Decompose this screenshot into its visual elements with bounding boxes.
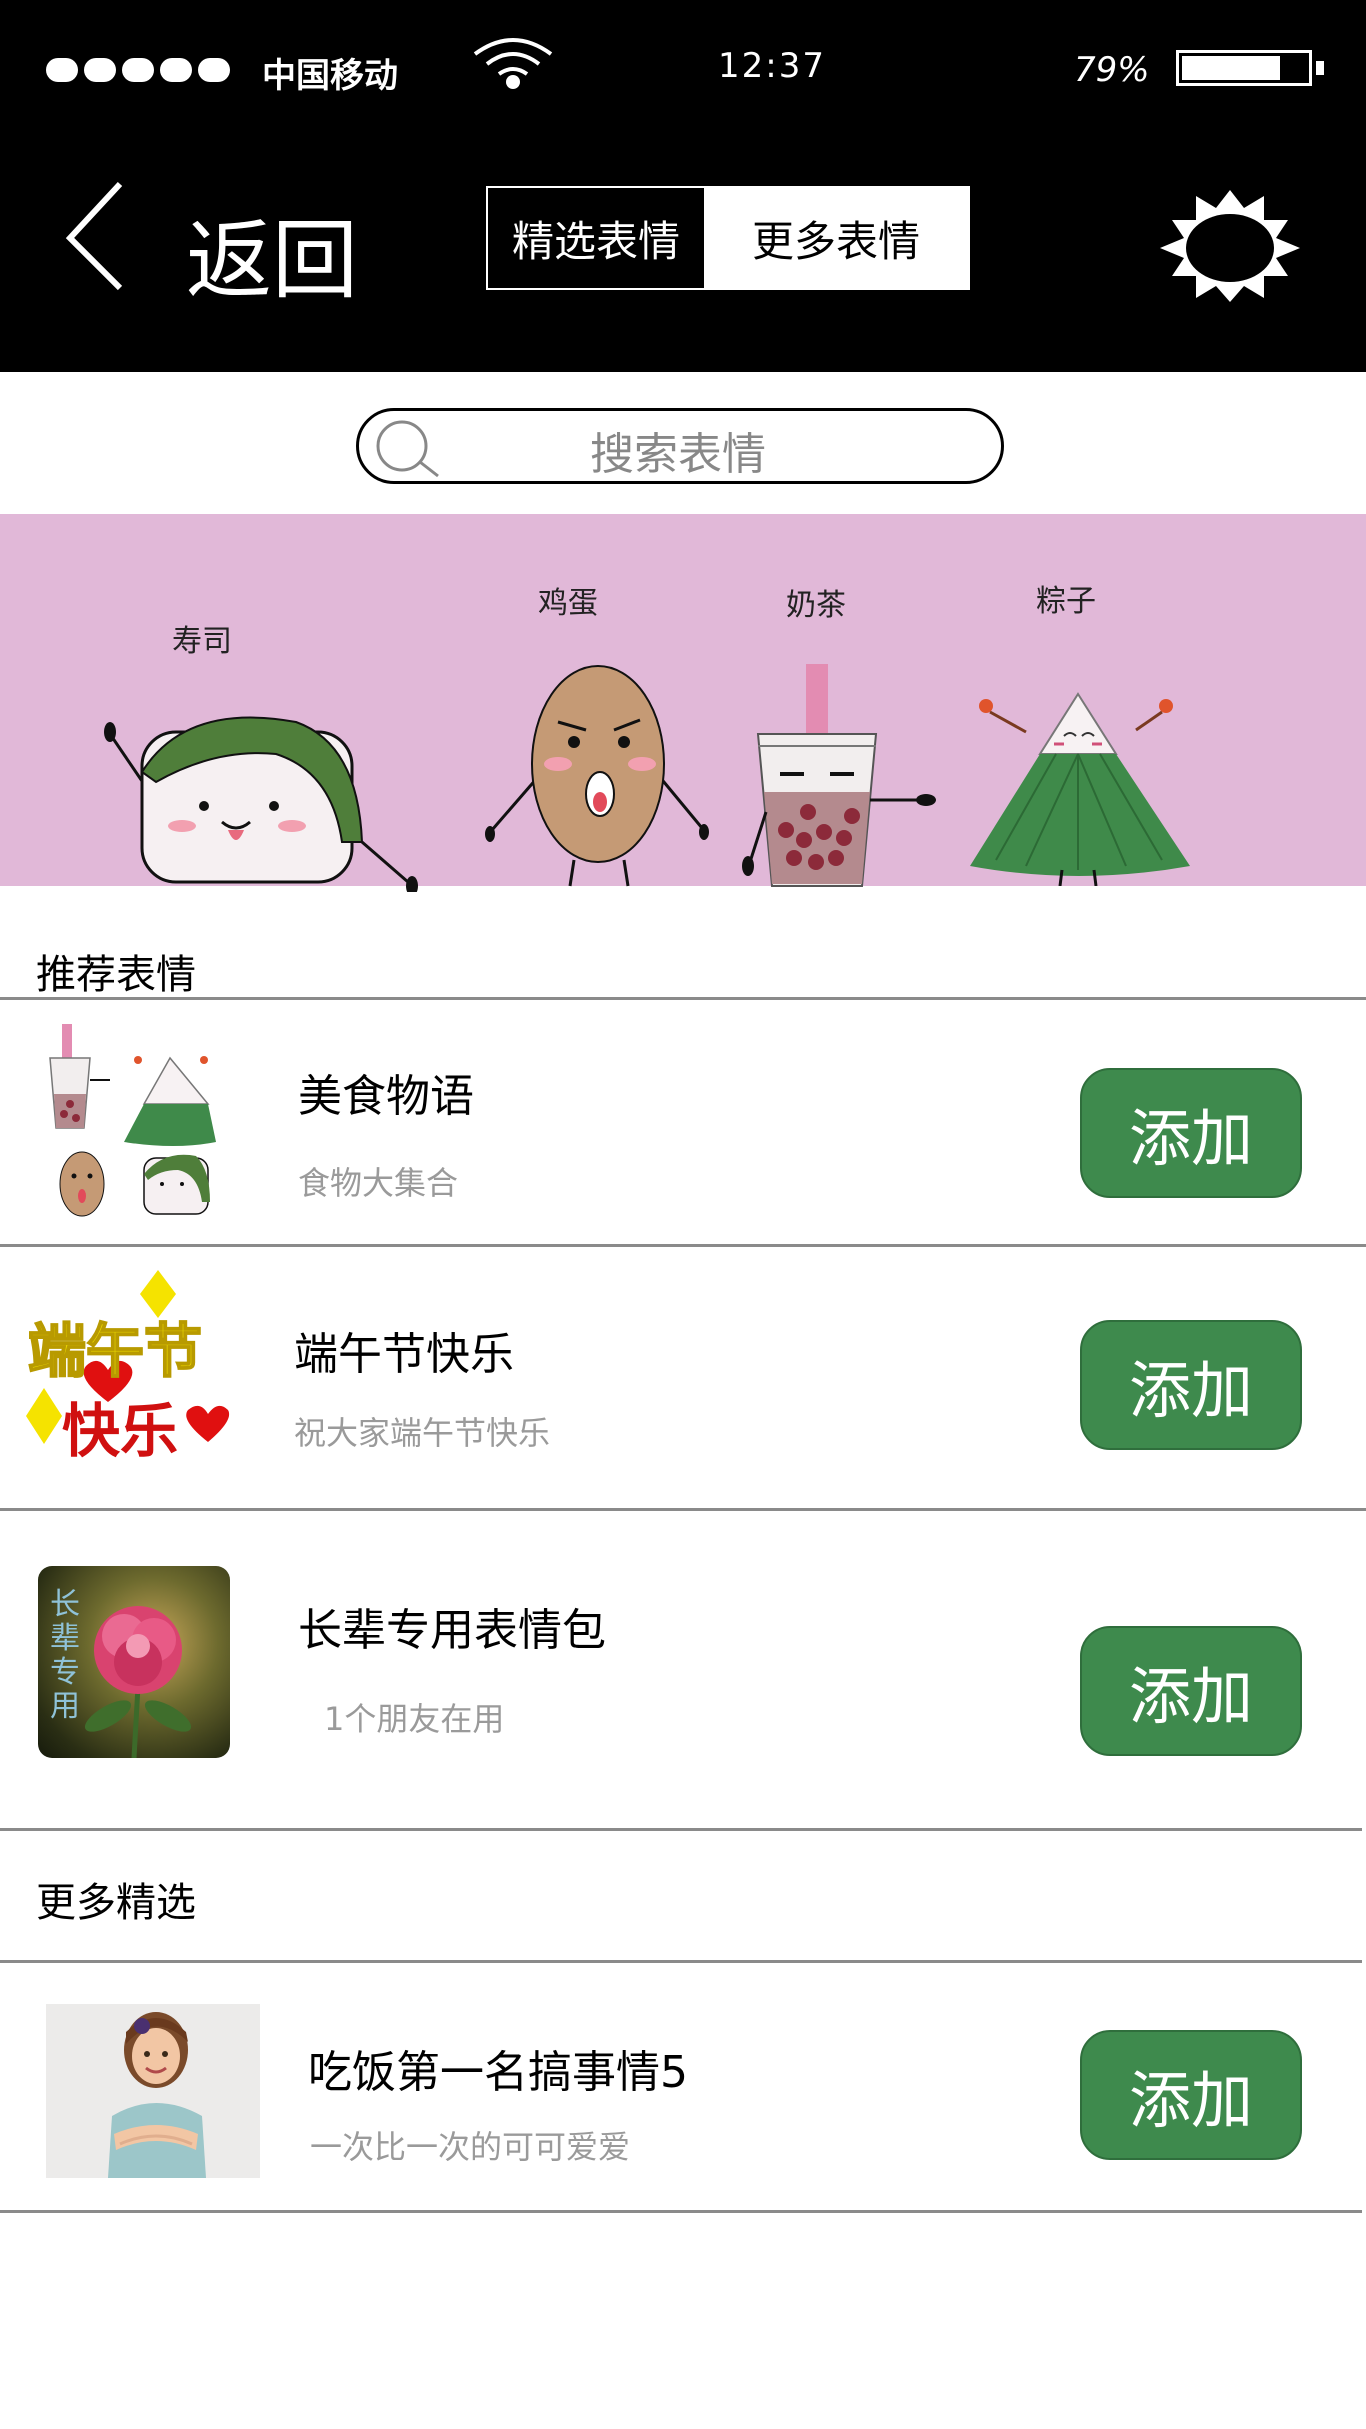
banner-label-milk-tea: 奶茶 — [786, 588, 846, 623]
item-subtitle: 食物大集合 — [298, 1164, 459, 1202]
search-icon — [376, 420, 439, 478]
divider — [0, 1828, 1362, 1831]
gear-icon[interactable] — [1156, 186, 1304, 304]
battery-tip — [1316, 61, 1324, 75]
status-bar: 中国移动 12:37 79% — [0, 0, 1366, 140]
thumb-text-kuaile: 快乐 — [62, 1397, 179, 1465]
search-input[interactable]: 搜索表情 — [590, 418, 766, 482]
wifi-icon — [473, 38, 553, 89]
battery-level — [1182, 56, 1280, 80]
add-button[interactable]: 添加 — [1080, 1068, 1302, 1198]
add-button[interactable]: 添加 — [1080, 1626, 1302, 1756]
signal-strength-icon — [46, 58, 230, 82]
banner-label-egg: 鸡蛋 — [538, 586, 598, 621]
banner-label-zongzi: 粽子 — [1036, 584, 1096, 619]
elders-pack-thumbnail: 长辈专用 — [38, 1566, 230, 1758]
egg-icon — [485, 665, 709, 887]
battery-percent: 79% — [1074, 50, 1150, 90]
item-title: 长辈专用表情包 — [298, 1605, 606, 1656]
banner-label-sushi: 寿司 — [172, 624, 232, 659]
food-pack-thumbnail — [49, 1024, 216, 1217]
item-title: 吃饭第一名搞事情5 — [308, 2047, 688, 2098]
thumb-text-elders: 长辈专用 — [50, 1587, 80, 1724]
zongzi-icon — [970, 692, 1190, 886]
carrier-name: 中国移动 — [262, 56, 398, 96]
thumb-text-duanwu: 端午节 — [27, 1316, 203, 1386]
section-title-more: 更多精选 — [36, 1880, 196, 1926]
tab-switcher: 精选表情 更多表情 — [486, 186, 970, 290]
battery-icon — [1176, 50, 1312, 86]
add-button[interactable]: 添加 — [1080, 1320, 1302, 1450]
divider — [0, 2210, 1362, 2213]
item-subtitle: 祝大家端午节快乐 — [294, 1414, 551, 1452]
girl-pack-thumbnail — [46, 2004, 260, 2178]
item-title: 美食物语 — [298, 1071, 474, 1122]
clock: 12:37 — [718, 46, 826, 86]
dragon-boat-thumbnail: 端午节 快乐 — [20, 1270, 240, 1470]
back-label[interactable]: 返回 — [186, 190, 358, 315]
item-title: 端午节快乐 — [294, 1329, 514, 1380]
sushi-icon — [104, 716, 418, 892]
chevron-left-icon — [65, 181, 123, 291]
tab-more[interactable]: 更多表情 — [704, 188, 968, 288]
item-subtitle: 1个朋友在用 — [324, 1700, 505, 1738]
girl-photo — [108, 2012, 206, 2178]
milk-tea-icon — [742, 664, 936, 887]
tab-featured[interactable]: 精选表情 — [488, 188, 704, 288]
banner[interactable]: 寿司 鸡蛋 奶茶 粽子 — [0, 514, 1366, 892]
add-button[interactable]: 添加 — [1080, 2030, 1302, 2160]
section-title-recommended: 推荐表情 — [36, 952, 196, 998]
item-subtitle: 一次比一次的可可爱爱 — [310, 2128, 631, 2166]
